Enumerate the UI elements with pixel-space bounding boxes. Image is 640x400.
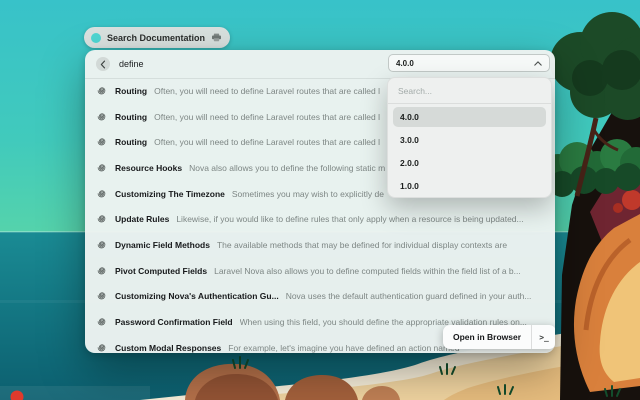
- dropdown-search-input[interactable]: [388, 78, 551, 103]
- result-title: Dynamic Field Methods: [115, 240, 210, 250]
- search-input[interactable]: define: [119, 59, 144, 69]
- version-select-value: 4.0.0: [396, 59, 414, 68]
- result-row[interactable]: Dynamic Field Methods The available meth…: [85, 232, 555, 258]
- dropdown-option[interactable]: 1.0.0: [393, 176, 546, 196]
- chevron-up-icon: [534, 61, 542, 66]
- spiral-icon: [97, 189, 107, 199]
- result-title: Update Rules: [115, 214, 169, 224]
- back-button[interactable]: [96, 57, 110, 71]
- spiral-icon: [97, 86, 107, 96]
- chevron-left-icon: [100, 60, 106, 69]
- result-title: Password Confirmation Field: [115, 317, 233, 327]
- printer-icon: [211, 33, 222, 42]
- open-in-browser-label: Open in Browser: [443, 332, 531, 342]
- search-documentation-window: define 4.0.0 Routing Often, you will nee…: [85, 50, 555, 353]
- spiral-icon: [97, 240, 107, 250]
- result-snippet: The available methods that may be define…: [217, 240, 543, 250]
- desktop: Search Documentation define 4.0.0: [0, 0, 640, 400]
- spiral-icon: [97, 163, 107, 173]
- spiral-icon: [97, 343, 107, 353]
- spiral-icon: [97, 137, 107, 147]
- dropdown-option[interactable]: 4.0.0: [393, 107, 546, 127]
- version-select[interactable]: 4.0.0: [388, 54, 550, 72]
- app-dot-icon: [91, 33, 101, 43]
- dropdown-options: 4.0.0 3.0.0 2.0.0 1.0.0: [388, 104, 551, 202]
- version-dropdown: 4.0.0 3.0.0 2.0.0 1.0.0: [387, 77, 552, 198]
- result-title: Customizing The Timezone: [115, 189, 225, 199]
- spiral-icon: [97, 214, 107, 224]
- dropdown-option[interactable]: 3.0.0: [393, 130, 546, 150]
- launcher-pill-label: Search Documentation: [107, 33, 205, 43]
- result-snippet: Laravel Nova also allows you to define c…: [214, 266, 543, 276]
- result-title: Routing: [115, 137, 147, 147]
- spiral-icon: [97, 266, 107, 276]
- result-title: Routing: [115, 86, 147, 96]
- result-title: Resource Hooks: [115, 163, 182, 173]
- open-in-browser-button[interactable]: Open in Browser >_: [443, 325, 555, 349]
- launcher-pill[interactable]: Search Documentation: [84, 27, 230, 48]
- result-snippet: Likewise, if you would like to define ru…: [176, 214, 543, 224]
- result-title: Customizing Nova's Authentication Gu...: [115, 291, 279, 301]
- spiral-icon: [97, 317, 107, 327]
- result-title: Routing: [115, 112, 147, 122]
- result-row[interactable]: Pivot Computed Fields Laravel Nova also …: [85, 258, 555, 284]
- result-snippet: Nova uses the default authentication gua…: [286, 291, 543, 301]
- dropdown-option[interactable]: 2.0.0: [393, 153, 546, 173]
- spiral-icon: [97, 291, 107, 301]
- terminal-icon: >_: [532, 333, 555, 342]
- result-title: Pivot Computed Fields: [115, 266, 207, 276]
- result-title: Custom Modal Responses: [115, 343, 221, 353]
- result-row[interactable]: Update Rules Likewise, if you would like…: [85, 206, 555, 232]
- spiral-icon: [97, 112, 107, 122]
- result-row[interactable]: Customizing Nova's Authentication Gu... …: [85, 284, 555, 310]
